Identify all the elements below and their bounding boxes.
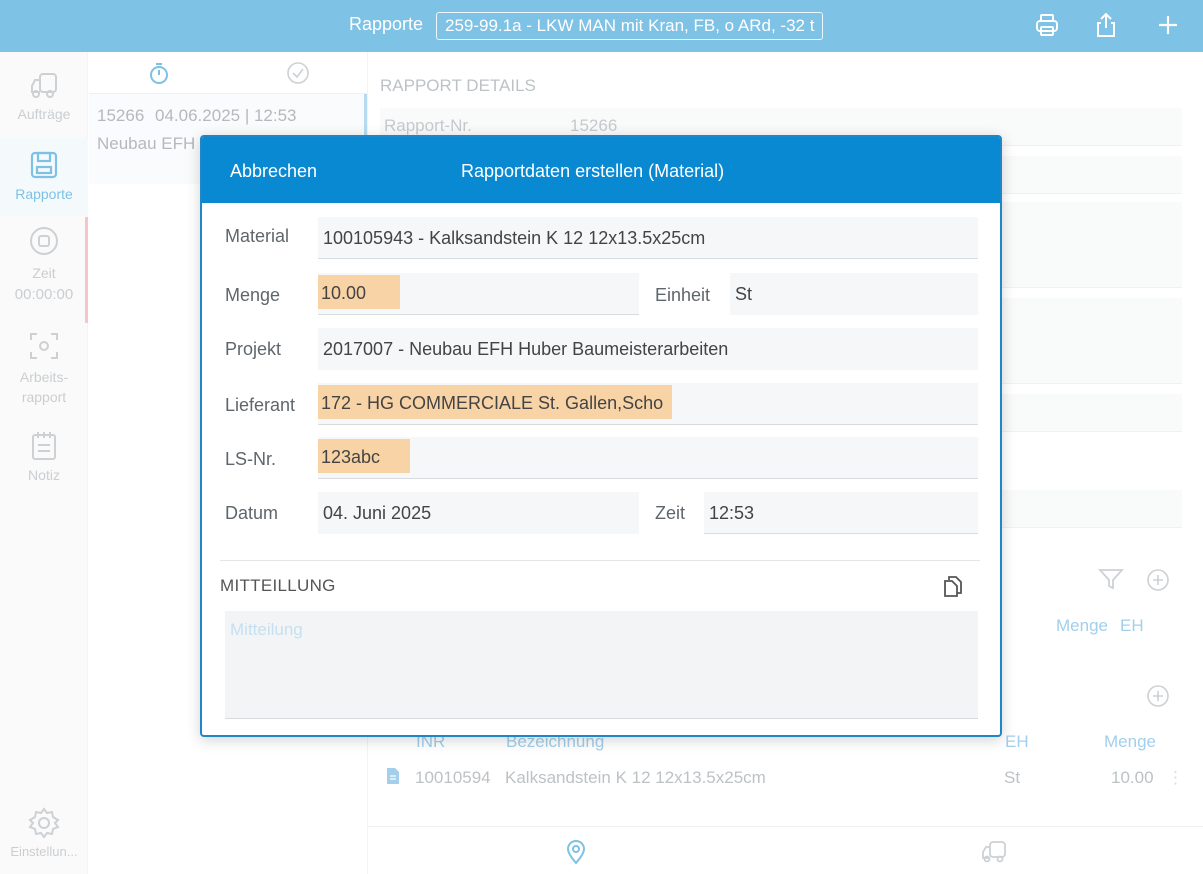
projekt-value: 2017007 - Neubau EFH Huber Baumeisterarb… xyxy=(323,339,729,359)
material-label: Material xyxy=(225,226,290,246)
vehicle-selector[interactable]: 259-99.1a - LKW MAN mit Kran, FB, o ARd,… xyxy=(436,12,824,40)
material-value: 100105943 - Kalksandstein K 12 12x13.5x2… xyxy=(323,228,706,248)
ls-nr-field[interactable]: 123abc xyxy=(318,437,978,479)
zeit-field[interactable]: 12:53 xyxy=(704,492,978,534)
menge-label: Menge xyxy=(225,285,281,305)
zeit-label: Zeit xyxy=(655,503,686,523)
message-textarea[interactable] xyxy=(225,611,978,719)
share-icon[interactable] xyxy=(1092,11,1120,39)
zeit-value: 12:53 xyxy=(709,503,755,523)
divider xyxy=(220,560,980,561)
projekt-field[interactable]: 2017007 - Neubau EFH Huber Baumeisterarb… xyxy=(318,328,978,370)
datum-field[interactable]: 04. Juni 2025 xyxy=(318,492,639,534)
printer-icon[interactable] xyxy=(1033,11,1061,39)
page-title: Rapporte xyxy=(349,14,424,34)
ls-nr-value: 123abc xyxy=(321,447,381,467)
top-bar: Rapporte 259-99.1a - LKW MAN mit Kran, F… xyxy=(0,0,1203,52)
message-title: MITTEILLUNG xyxy=(220,576,336,595)
lieferant-field[interactable]: 172 - HG COMMERCIALE St. Gallen,Scho xyxy=(318,383,978,425)
lieferant-value: 172 - HG COMMERCIALE St. Gallen,Scho xyxy=(321,393,664,413)
material-dialog: Abbrechen Rapportdaten erstellen (Materi… xyxy=(200,135,1002,737)
einheit-label: Einheit xyxy=(655,285,711,305)
cancel-button[interactable]: Abbrechen xyxy=(230,161,317,182)
einheit-field[interactable]: St xyxy=(730,273,978,315)
einheit-value: St xyxy=(735,284,753,304)
dialog-header: Abbrechen Rapportdaten erstellen (Materi… xyxy=(202,137,1000,203)
material-field[interactable]: 100105943 - Kalksandstein K 12 12x13.5x2… xyxy=(318,217,978,259)
datum-value: 04. Juni 2025 xyxy=(323,503,432,523)
ls-nr-label: LS-Nr. xyxy=(225,449,277,469)
datum-label: Datum xyxy=(225,503,279,523)
lieferant-label: Lieferant xyxy=(225,395,296,415)
projekt-label: Projekt xyxy=(225,339,282,359)
menge-value: 10.00 xyxy=(321,283,367,303)
dialog-title: Rapportdaten erstellen (Material) xyxy=(461,161,725,181)
menge-field[interactable]: 10.00 xyxy=(318,273,639,315)
copy-icon[interactable] xyxy=(942,574,964,603)
plus-icon[interactable] xyxy=(1154,11,1182,39)
